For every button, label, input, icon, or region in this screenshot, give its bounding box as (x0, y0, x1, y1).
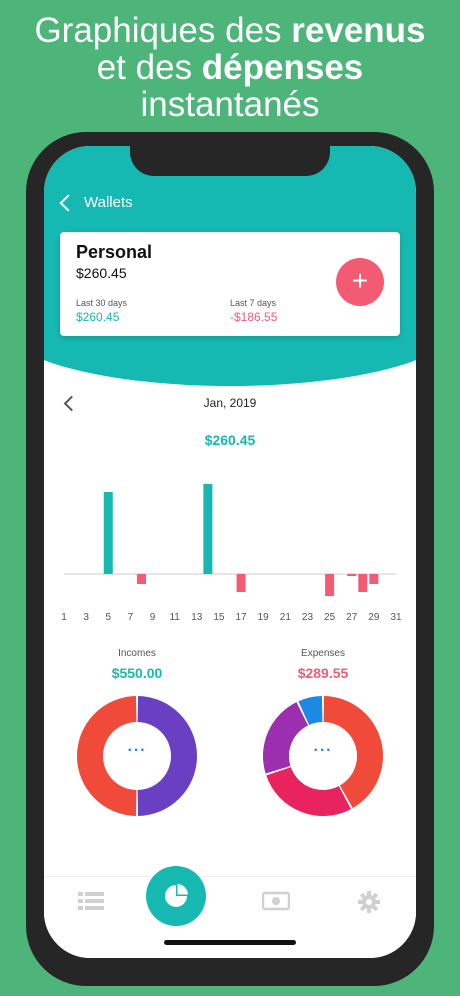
donut-slice[interactable] (263, 702, 308, 774)
chart-bar (369, 574, 379, 584)
chart-bar (358, 574, 368, 592)
tab-bar (44, 876, 416, 958)
x-tick-label: 15 (213, 612, 225, 623)
headline-text: et des (96, 48, 202, 87)
app-screen: Wallets Personal $260.45 Last 30 days $2… (44, 146, 416, 958)
last7-value: -$186.55 (230, 310, 278, 324)
last7-label: Last 7 days (230, 298, 277, 308)
x-tick-label: 3 (83, 612, 89, 623)
wallet-name: Personal (76, 242, 153, 262)
expenses-value: $289.55 (297, 665, 349, 681)
tab-stats[interactable] (146, 866, 206, 926)
x-tick-label: 31 (390, 612, 402, 623)
x-tick-label: 17 (236, 612, 248, 623)
chart-bar (236, 574, 246, 592)
gear-icon[interactable] (358, 891, 380, 913)
headline-text: instantanés (140, 85, 320, 124)
last30-value: $260.45 (76, 310, 120, 324)
home-indicator (164, 940, 296, 945)
x-tick-label: 23 (302, 612, 314, 623)
x-tick-label: 9 (150, 612, 156, 623)
x-tick-label: 1 (61, 612, 67, 623)
expenses-title: Expenses (301, 648, 345, 659)
incomes-value: $550.00 (111, 665, 163, 681)
x-tick-label: 7 (128, 612, 134, 623)
x-tick-label: 21 (280, 612, 292, 623)
chart-bar (347, 574, 357, 576)
wallet-balance: $260.45 (76, 265, 127, 281)
period-total: $260.45 (204, 432, 256, 448)
x-tick-label: 27 (346, 612, 358, 623)
donut-slice[interactable] (266, 767, 351, 816)
daily-bar-chart: 1 3 5 7 9 11 13 15 17 19 21 23 25 27 29 31 (61, 484, 402, 623)
cash-icon[interactable] (262, 891, 290, 911)
chart-bar (203, 484, 213, 574)
chevron-left-icon (59, 194, 77, 211)
last30-label: Last 30 days (76, 298, 128, 308)
add-transaction-button[interactable]: + (336, 258, 384, 306)
headline-bold: revenus (291, 11, 426, 50)
x-tick-label: 19 (258, 612, 270, 623)
x-tick-label: 5 (105, 612, 111, 623)
x-tick-label: 29 (368, 612, 380, 623)
incomes-more-icon[interactable]: ··· (75, 742, 199, 760)
month-label: Jan, 2019 (203, 396, 257, 410)
headline-bold: dépenses (201, 48, 364, 87)
expenses-more-icon[interactable]: ··· (261, 742, 385, 760)
list-icon[interactable] (78, 891, 104, 911)
x-tick-label: 25 (324, 612, 336, 623)
x-tick-label: 11 (169, 612, 180, 623)
back-button[interactable]: Wallets (58, 194, 133, 211)
chart-bar (103, 492, 113, 574)
phone-notch (130, 132, 330, 176)
pie-chart-icon (165, 884, 188, 907)
x-tick-label: 13 (191, 612, 203, 623)
incomes-title: Incomes (118, 648, 156, 659)
chart-bar (325, 574, 335, 596)
chart-bar (136, 574, 146, 584)
back-label: Wallets (84, 194, 133, 211)
headline-text: Graphiques des (34, 11, 292, 50)
headline: Graphiques des revenus et des dépenses i… (0, 12, 460, 123)
